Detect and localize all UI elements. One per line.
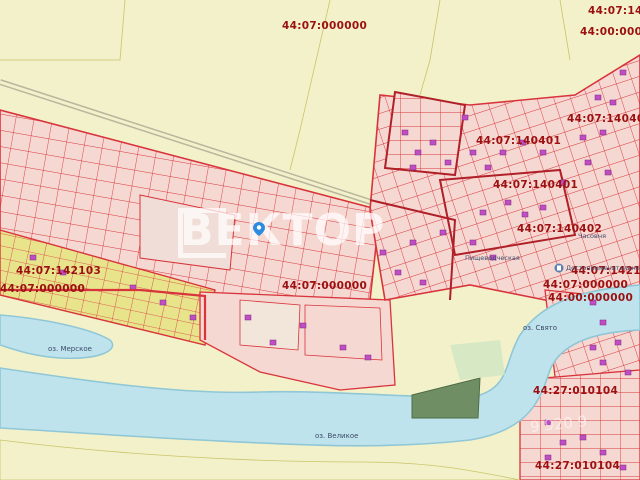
building <box>594 94 602 101</box>
building <box>414 149 422 156</box>
building <box>444 159 452 166</box>
building <box>499 149 507 156</box>
building <box>479 209 487 216</box>
landmark-label: Достопримечательности <box>566 264 640 272</box>
building <box>439 229 447 236</box>
building <box>29 254 37 261</box>
building <box>461 114 469 121</box>
building <box>599 319 607 326</box>
green-zone <box>411 377 481 419</box>
cadastral-label: 44:00:000000 <box>580 26 640 38</box>
building <box>409 164 417 171</box>
building <box>579 134 587 141</box>
cadastral-label: 44:07:142103 <box>16 265 102 277</box>
building <box>599 449 607 456</box>
building <box>624 369 632 376</box>
cadastral-label: 44:07:000000 <box>282 20 368 32</box>
building <box>504 199 512 206</box>
landmark-icon[interactable] <box>554 263 564 273</box>
cadastral-label: 44:27:010104 <box>535 460 621 472</box>
chapel-label: Часовня <box>578 232 606 240</box>
building <box>619 464 627 471</box>
building <box>299 322 307 329</box>
cadastral-label: 44:07:142 <box>588 5 640 17</box>
building <box>589 344 597 351</box>
building <box>419 279 427 286</box>
building <box>521 211 529 218</box>
building <box>469 239 477 246</box>
building <box>619 69 627 76</box>
cadastral-label: 44:07:000000 <box>543 279 629 291</box>
building <box>599 129 607 136</box>
building <box>469 149 477 156</box>
cadastral-label: 44:00:000000 <box>548 292 634 304</box>
building <box>579 434 587 441</box>
building <box>159 299 167 306</box>
building <box>394 269 402 276</box>
building <box>484 164 492 171</box>
building <box>539 149 547 156</box>
cadastral-label: 44:07:000000 <box>0 283 86 295</box>
cadastral-label: 44:07:000000 <box>282 280 368 292</box>
cadastral-label: 44:07:140401 <box>476 135 562 147</box>
building <box>401 129 409 136</box>
building <box>609 99 617 106</box>
building <box>244 314 252 321</box>
cadastral-label: 44:07:140402 <box>567 113 640 125</box>
building <box>604 169 612 176</box>
building <box>429 139 437 146</box>
watermark-text: ВЕКТОР <box>180 205 386 256</box>
building <box>364 354 372 361</box>
cadastral-label: 44:27:010104 <box>533 385 619 397</box>
building <box>584 159 592 166</box>
lake-label-svyato: оз. Свято <box>523 324 558 332</box>
building <box>269 339 277 346</box>
map-viewport[interactable]: ВЕКТОР 9 920 9 44:07:000000 44:07:142 44… <box>0 0 640 480</box>
lake-label-mersk: оз. Мерское <box>48 345 92 353</box>
street-label: Пищеводческая <box>465 254 520 262</box>
lake-label-velikoe: оз. Великое <box>315 432 359 440</box>
building <box>189 314 197 321</box>
building <box>559 439 567 446</box>
location-pin-icon[interactable] <box>253 222 265 236</box>
cadastral-label: 44:07:140401 <box>493 179 579 191</box>
building <box>599 359 607 366</box>
building <box>409 239 417 246</box>
building <box>539 204 547 211</box>
building <box>339 344 347 351</box>
building <box>614 339 622 346</box>
